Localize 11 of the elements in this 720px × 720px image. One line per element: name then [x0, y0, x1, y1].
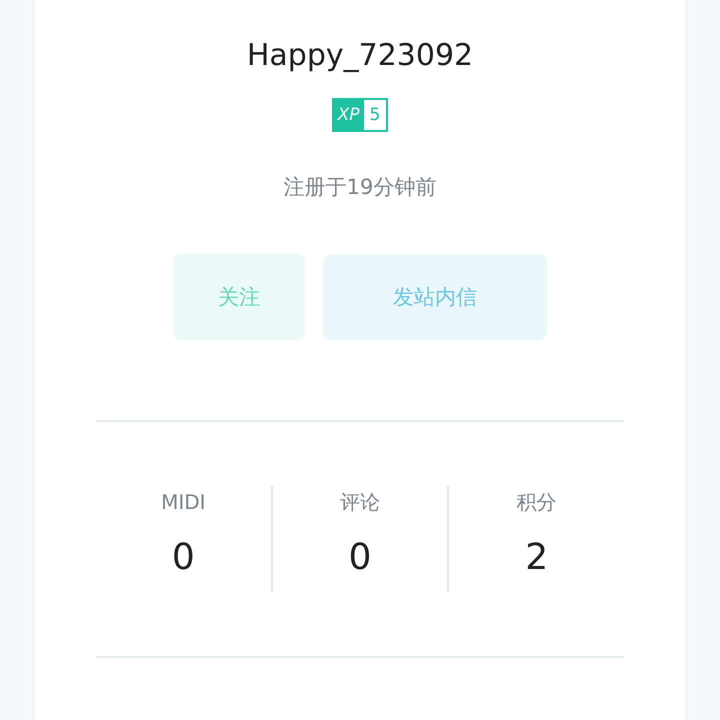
username: Happy_723092: [246, 37, 474, 75]
stat-label: 积分: [516, 489, 557, 516]
message-button[interactable]: 发站内信: [323, 254, 547, 340]
stat-label: MIDI: [161, 489, 206, 516]
stat-value: 0: [348, 536, 372, 580]
registered-time: 注册于19分钟前: [284, 174, 436, 201]
xp-label: XP: [334, 100, 364, 130]
follow-button[interactable]: 关注: [173, 254, 305, 340]
stat-label: 评论: [340, 489, 380, 516]
stat-value: 0: [172, 536, 195, 580]
stat-value: 2: [525, 536, 548, 580]
